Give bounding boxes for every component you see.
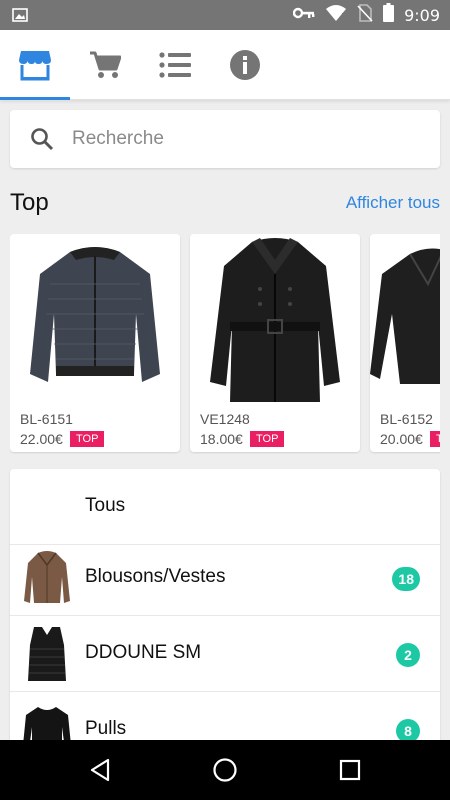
system-nav-bar xyxy=(0,740,450,800)
back-button[interactable] xyxy=(70,740,130,800)
product-price: 22.00€ xyxy=(20,431,63,447)
tab-info[interactable] xyxy=(210,30,280,100)
list-icon xyxy=(159,52,191,78)
quilted-bomber-jacket-image xyxy=(10,234,180,404)
top-badge: TOP xyxy=(250,431,285,447)
top-badge: TOP xyxy=(430,431,440,447)
show-all-link[interactable]: Afficher tous xyxy=(346,193,440,213)
top-products-carousel[interactable]: BL-6151 22.00€ TOP VE1248 18.00€ TOP BL-… xyxy=(10,234,440,454)
store-icon xyxy=(19,51,51,81)
search-bar[interactable] xyxy=(10,110,440,168)
product-price: 18.00€ xyxy=(200,431,243,447)
recents-button[interactable] xyxy=(320,740,380,800)
product-code: VE1248 xyxy=(200,411,250,427)
category-count-badge: 2 xyxy=(396,643,420,667)
product-price: 20.00€ xyxy=(380,431,423,447)
category-label: Pulls xyxy=(85,718,127,739)
battery-icon xyxy=(383,3,395,27)
wifi-icon xyxy=(325,4,347,27)
info-icon xyxy=(230,50,260,80)
black-leather-jacket-image xyxy=(370,234,440,404)
cart-icon xyxy=(90,51,121,78)
search-input[interactable] xyxy=(72,122,422,156)
category-item-blousons[interactable]: Blousons/Vestes 18 xyxy=(10,540,440,616)
product-code: BL-6152 xyxy=(380,411,433,427)
no-sim-icon xyxy=(357,3,373,27)
black-trench-coat-image xyxy=(190,234,360,404)
tab-store[interactable] xyxy=(0,30,70,100)
image-icon xyxy=(12,7,28,28)
section-title-top: Top xyxy=(10,189,49,216)
clock-time: 9:09 xyxy=(404,5,440,25)
category-count-badge: 18 xyxy=(392,567,420,591)
search-icon xyxy=(30,127,54,156)
tab-cart[interactable] xyxy=(70,30,140,100)
home-icon xyxy=(213,758,237,782)
category-list: Tous Blousons/Vestes 18 DDOUNE SM 2 Pull… xyxy=(10,469,440,769)
key-icon xyxy=(292,6,315,25)
tab-list[interactable] xyxy=(140,30,210,100)
category-item-ddoune[interactable]: DDOUNE SM 2 xyxy=(10,616,440,692)
category-label: DDOUNE SM xyxy=(85,642,202,663)
status-bar: 9:09 xyxy=(0,0,450,30)
category-label: Tous xyxy=(85,495,126,516)
black-quilted-vest-thumbnail xyxy=(20,625,74,683)
home-button[interactable] xyxy=(195,740,255,800)
product-card[interactable]: VE1248 18.00€ TOP xyxy=(190,234,360,452)
product-code: BL-6151 xyxy=(20,411,73,427)
brown-leather-jacket-thumbnail xyxy=(20,549,74,607)
product-card[interactable]: BL-6152 20.00€ TOP xyxy=(370,234,440,452)
product-card[interactable]: BL-6151 22.00€ TOP xyxy=(10,234,180,452)
back-icon xyxy=(90,758,110,782)
tab-bar xyxy=(0,30,450,100)
category-item-all[interactable]: Tous xyxy=(10,469,440,545)
category-label: Blousons/Vestes xyxy=(85,566,226,587)
top-badge: TOP xyxy=(70,431,105,447)
recents-icon xyxy=(339,759,361,781)
